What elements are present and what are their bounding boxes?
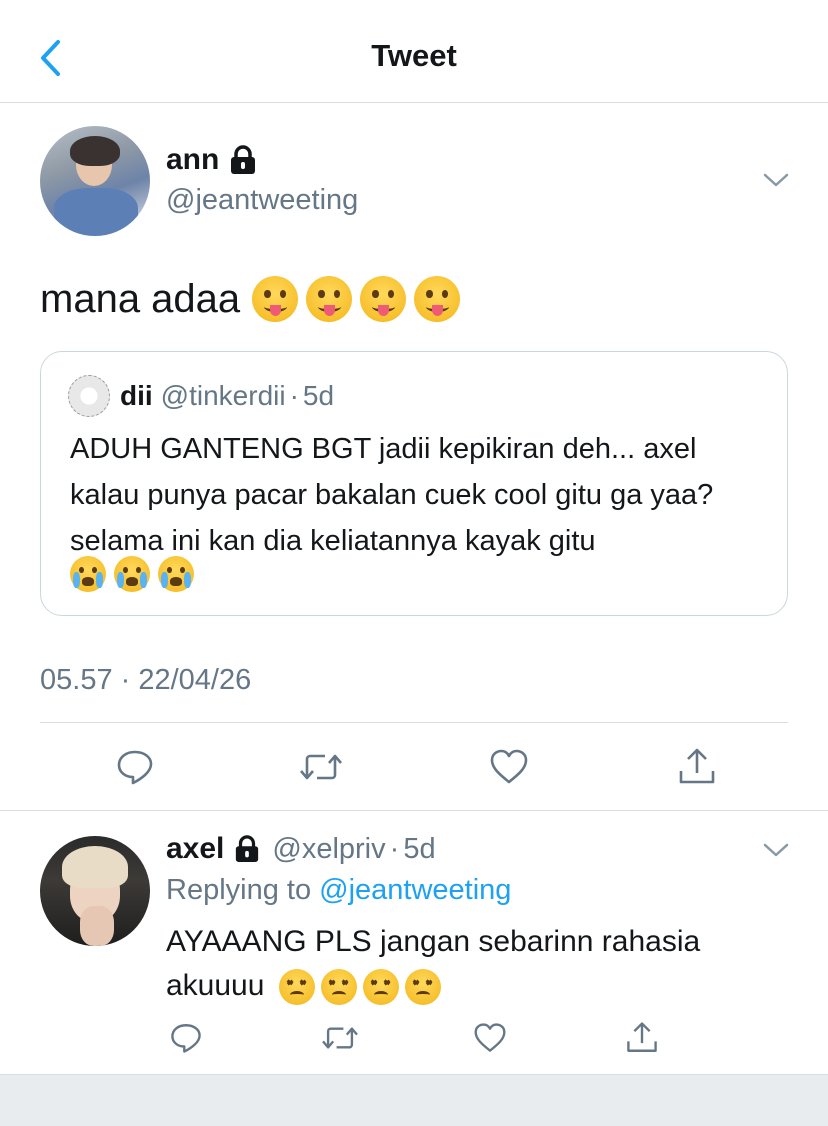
lock-icon [234, 835, 260, 863]
quoted-tweet-header: dii @tinkerdii · 5d [120, 380, 334, 412]
reply-icon [117, 750, 153, 785]
persevering-emoji-icon [362, 969, 399, 1006]
reply-header: axel @xelpriv · 5d [166, 832, 436, 866]
retweet-icon [322, 1027, 358, 1049]
page-title: Tweet [371, 38, 457, 73]
quoted-handle: @tinkerdii [160, 380, 286, 411]
persevering-emoji-icon [278, 969, 315, 1006]
emoji-group [278, 969, 441, 1006]
quoted-tweet-text: ADUH GANTENG BGT jadii kepikiran deh... … [70, 433, 714, 557]
loudly-crying-emoji-icon [114, 556, 150, 592]
display-name: ann [166, 143, 220, 176]
replying-prefix: Replying to [166, 874, 312, 906]
stuck-out-tongue-emoji-icon [306, 276, 353, 322]
author-handle[interactable]: @xelpriv [272, 833, 385, 866]
separator-dot: · [389, 832, 400, 865]
tweet-text: mana adaa [40, 276, 461, 322]
persevering-emoji-icon [320, 969, 357, 1006]
reply-time: 5d [403, 832, 436, 865]
stuck-out-tongue-emoji-icon [414, 276, 461, 322]
avatar[interactable] [40, 126, 150, 236]
separator-dot: · [289, 380, 299, 411]
retweet-button[interactable] [320, 1018, 360, 1058]
author-handle[interactable]: @jeantweeting [166, 184, 358, 217]
retweet-icon [300, 754, 342, 780]
more-options-button[interactable] [762, 838, 790, 862]
divider [0, 810, 828, 811]
reply-button[interactable] [112, 744, 158, 790]
author-name[interactable]: ann [166, 143, 257, 177]
display-name[interactable]: axel [166, 832, 224, 866]
share-button[interactable] [622, 1018, 662, 1058]
persevering-emoji-icon [404, 969, 441, 1006]
tweet-text-content: mana adaa [40, 276, 241, 321]
lock-icon [231, 145, 256, 174]
reply-button[interactable] [166, 1018, 206, 1058]
loudly-crying-emoji-icon [158, 556, 194, 592]
more-options-button[interactable] [762, 168, 790, 192]
mention-link[interactable]: @jeantweeting [319, 874, 511, 906]
loudly-crying-emoji-icon [70, 556, 106, 592]
retweet-button[interactable] [298, 744, 344, 790]
reply-text: AYAAANG PLS jangan sebarinn rahasia akuu… [166, 920, 786, 1008]
heart-icon [490, 749, 528, 784]
share-icon [627, 1022, 657, 1052]
share-icon [679, 748, 715, 784]
heart-icon [474, 1023, 506, 1052]
bottom-bar [0, 1074, 828, 1126]
chevron-down-icon [763, 843, 789, 857]
stuck-out-tongue-emoji-icon [252, 276, 299, 322]
quoted-avatar [68, 375, 110, 417]
emoji-group [252, 276, 461, 322]
quoted-display-name: dii [120, 380, 153, 411]
chevron-down-icon [763, 173, 789, 187]
like-button[interactable] [486, 744, 532, 790]
emoji-group [70, 556, 194, 592]
divider [40, 722, 788, 723]
like-button[interactable] [470, 1018, 510, 1058]
quoted-time: 5d [302, 380, 335, 411]
replying-to: Replying to @jeantweeting [166, 874, 511, 907]
stuck-out-tongue-emoji-icon [360, 276, 407, 322]
tweet-timestamp: 05.57 · 22/04/26 [40, 664, 252, 696]
reply-icon [171, 1024, 201, 1053]
avatar[interactable] [40, 836, 150, 946]
share-button[interactable] [674, 744, 720, 790]
